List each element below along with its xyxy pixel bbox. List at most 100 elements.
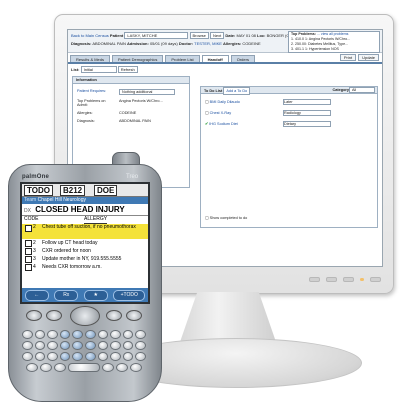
checkbox-empty-icon[interactable]: ▢: [205, 100, 209, 104]
information-panel-title: Information: [73, 77, 189, 84]
monitor-button[interactable]: [343, 276, 354, 282]
keyboard-key[interactable]: [22, 341, 33, 350]
checkbox-empty-icon[interactable]: [25, 240, 32, 247]
team-label: Team: [24, 197, 37, 203]
add-todo-link[interactable]: Add a To Do: [223, 87, 251, 95]
refresh-button[interactable]: Refresh: [117, 66, 138, 73]
team-value: Chapel Hill Neurology: [37, 197, 86, 203]
keyboard-key[interactable]: [72, 341, 83, 350]
dx-label: DX: [24, 208, 31, 214]
mail-button[interactable]: [106, 310, 122, 321]
dpad-button[interactable]: [70, 306, 100, 326]
keyboard-key[interactable]: [22, 352, 33, 361]
keyboard-key[interactable]: [135, 341, 146, 350]
show-completed-row: ▢ Show completed to do: [205, 215, 247, 220]
keyboard-key[interactable]: [34, 341, 46, 350]
keyboard-key[interactable]: [102, 363, 114, 372]
power-button[interactable]: [370, 276, 381, 282]
keyboard-key[interactable]: [47, 352, 58, 361]
todo-item-select[interactable]: Radiology: [283, 110, 331, 116]
keyboard-key[interactable]: [135, 352, 146, 361]
todo-item-select[interactable]: Later: [283, 99, 331, 105]
keyboard-key[interactable]: [122, 352, 134, 361]
allergies-label: Allergies:: [223, 41, 242, 46]
keyboard-key[interactable]: [54, 363, 66, 372]
todo-item-text[interactable]: BMI Daily Dilaudo: [210, 100, 240, 104]
item-text: Update mother in NY, 919.555.5555: [42, 256, 122, 262]
back-to-census-link[interactable]: Back to Main Census: [71, 33, 109, 38]
next-button[interactable]: Next: [209, 32, 225, 39]
checkbox-empty-icon[interactable]: [25, 256, 32, 263]
keyboard-key[interactable]: [85, 341, 96, 350]
checkbox-empty-icon[interactable]: ▢: [205, 111, 209, 115]
pda-tab-patient[interactable]: DOE: [94, 185, 118, 196]
doctor-link[interactable]: TESTER, MIKE: [194, 41, 222, 46]
checkbox-empty-icon[interactable]: [25, 264, 32, 271]
keyboard-key[interactable]: [110, 330, 121, 339]
keyboard-key[interactable]: [116, 363, 128, 372]
patient-label: Patient: [109, 33, 124, 38]
print-button[interactable]: Print: [339, 54, 357, 61]
phone-call-button[interactable]: [26, 310, 42, 321]
keyboard-key[interactable]: [85, 352, 96, 361]
keyboard-key[interactable]: [59, 330, 71, 339]
keyboard-key[interactable]: [34, 352, 46, 361]
hangup-button[interactable]: [126, 310, 142, 321]
checkbox-empty-icon[interactable]: [25, 248, 32, 255]
monitor-button[interactable]: [309, 276, 320, 282]
keyboard-key[interactable]: [110, 341, 121, 350]
keyboard-key[interactable]: [72, 352, 83, 361]
pda-todo-item[interactable]: 4 Needs CXR tomorrow a.m.: [22, 263, 148, 271]
checkbox-empty-icon[interactable]: ▢: [205, 216, 209, 220]
pda-todo-item[interactable]: 2 Chest tube off suction, if no pneumoth…: [22, 224, 148, 239]
todo-panel: To Do List Add a To Do Category All ▢ BM…: [200, 86, 378, 228]
keyboard-key[interactable]: [130, 363, 142, 372]
star-icon[interactable]: ★: [83, 289, 108, 301]
back-arrow-icon[interactable]: ←: [24, 289, 49, 301]
pda-tab-room[interactable]: B212: [60, 185, 86, 196]
keyboard-key[interactable]: [72, 330, 83, 339]
update-button[interactable]: Update: [358, 54, 379, 61]
todo-item-text[interactable]: IHG Sodium Diet: [209, 122, 238, 126]
browse-button[interactable]: Browse: [189, 32, 209, 39]
keyboard-key[interactable]: [47, 341, 58, 350]
keyboard-key[interactable]: [40, 363, 52, 372]
space-key[interactable]: [68, 363, 100, 372]
checkbox-empty-icon[interactable]: [25, 225, 32, 232]
checkmark-icon[interactable]: ✔: [205, 122, 208, 126]
item-text: Follow up CT head today: [42, 240, 98, 246]
keyboard-key[interactable]: [122, 341, 134, 350]
keyboard-key[interactable]: [122, 330, 134, 339]
keyboard-key[interactable]: [26, 363, 38, 372]
todo-item-text[interactable]: Chest X-Ray: [210, 111, 232, 115]
monitor-button[interactable]: [326, 276, 337, 282]
allergies-value: CODEINE: [242, 41, 261, 46]
keyboard-key[interactable]: [97, 341, 109, 350]
pda-todo-item[interactable]: 3 Update mother in NY, 919.555.5555: [22, 255, 148, 263]
patient-requires-select[interactable]: Nothing additional: [119, 89, 175, 95]
rx-button[interactable]: Rx: [54, 289, 79, 301]
patient-select[interactable]: LASKY, MITCHE: [124, 32, 189, 39]
category-select[interactable]: All: [349, 87, 375, 93]
list-select[interactable]: Initial: [80, 66, 117, 73]
list-selector: List: Initial Refresh: [71, 66, 138, 73]
patient-header: Back to Main Census Patient LASKY, MITCH…: [68, 30, 382, 53]
todo-item-select[interactable]: Dietary: [283, 121, 331, 127]
keyboard-key[interactable]: [85, 330, 96, 339]
view-all-problems-link[interactable]: ... view all problems: [317, 32, 349, 36]
keyboard-key[interactable]: [110, 352, 121, 361]
keyboard-key[interactable]: [59, 341, 71, 350]
pda-todo-item[interactable]: 3 CXR ordered for noon: [22, 247, 148, 255]
pda-todo-item[interactable]: 2 Follow up CT head today: [22, 239, 148, 247]
keyboard-key[interactable]: [22, 330, 33, 339]
keyboard-key[interactable]: [59, 352, 71, 361]
add-todo-button[interactable]: +TODO: [113, 289, 146, 301]
keyboard-key[interactable]: [135, 330, 146, 339]
pda-tab-todo[interactable]: TODO: [24, 185, 53, 196]
keyboard-key[interactable]: [97, 330, 109, 339]
keyboard-key[interactable]: [34, 330, 46, 339]
keyboard-key[interactable]: [47, 330, 58, 339]
item-priority: 3: [33, 256, 36, 262]
keyboard-key[interactable]: [97, 352, 109, 361]
calendar-button[interactable]: [46, 310, 62, 321]
